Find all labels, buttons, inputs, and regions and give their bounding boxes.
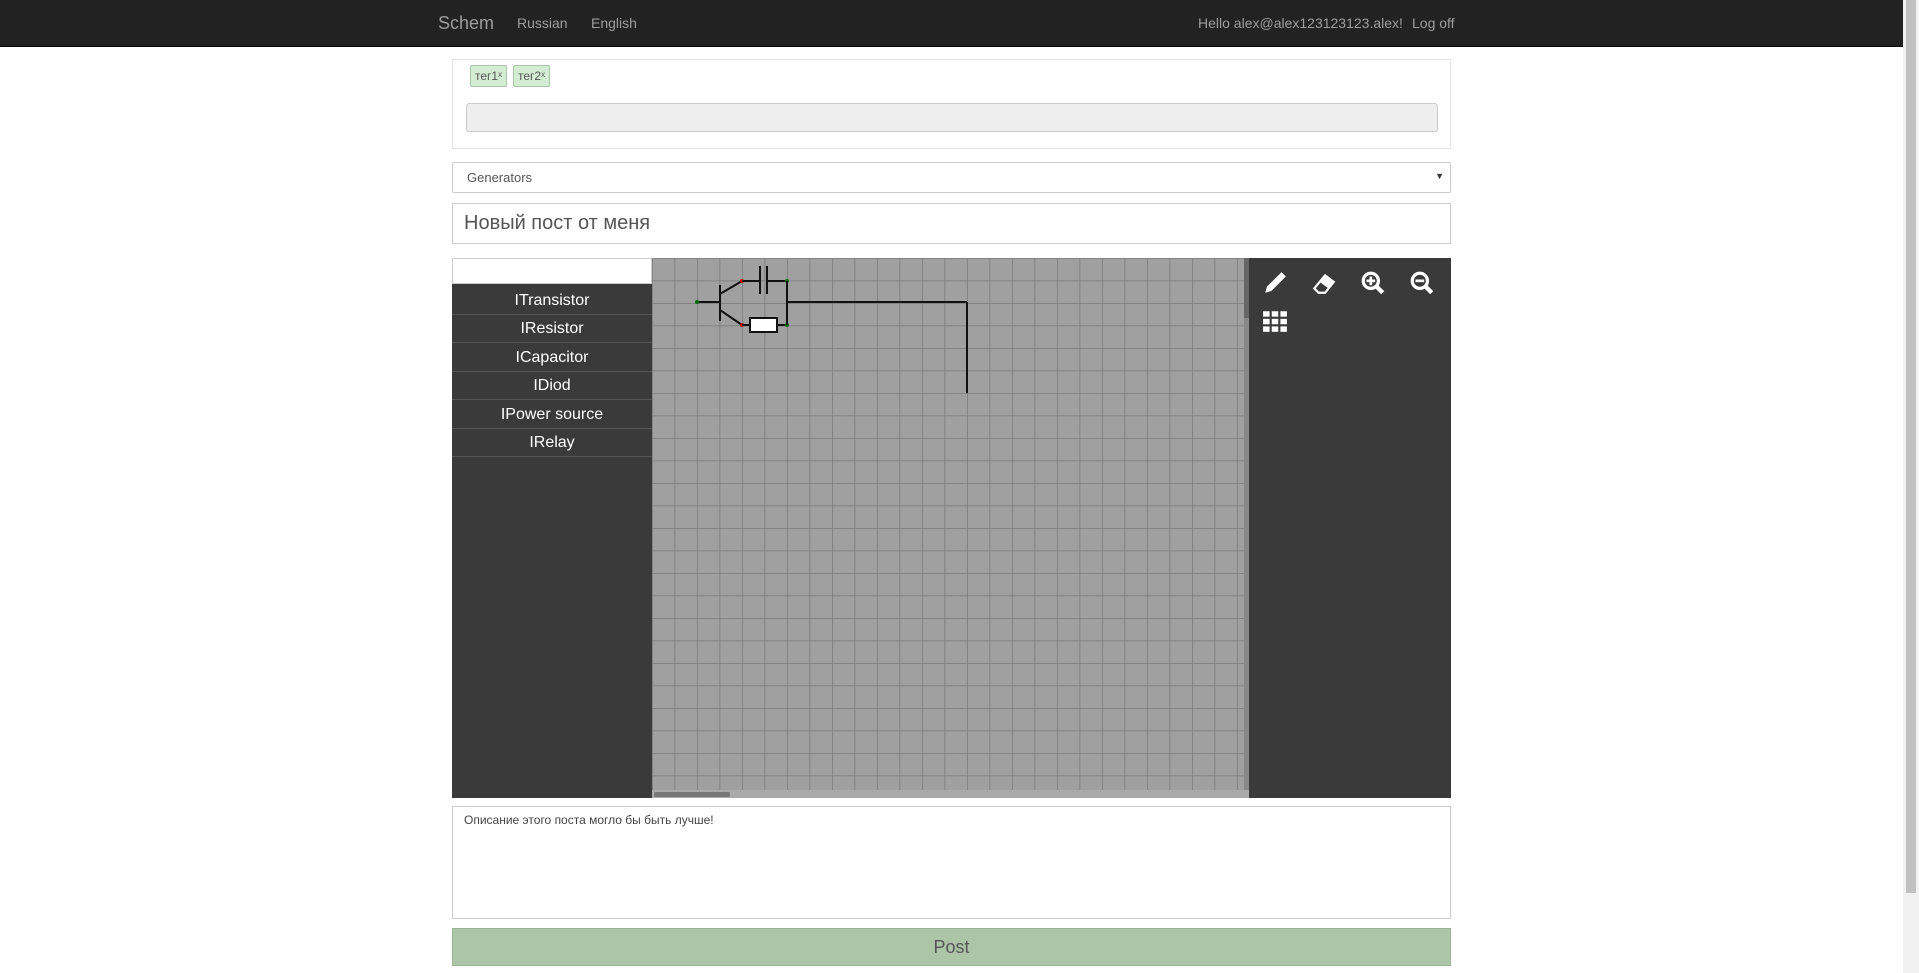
palette-item-relay[interactable]: IRelay: [452, 429, 652, 457]
category-select[interactable]: Generators ▼: [452, 162, 1451, 193]
schematic-grid: [652, 258, 1249, 798]
nav-russian-link[interactable]: Russian: [517, 15, 568, 31]
post-button[interactable]: Post: [452, 928, 1451, 966]
user-greeting-link[interactable]: Hello alex@alex123123123.alex!: [1198, 15, 1403, 31]
canvas-horizontal-scrollbar[interactable]: [652, 790, 1249, 798]
page-scrollbar[interactable]: [1903, 0, 1919, 973]
schematic-canvas[interactable]: [652, 258, 1249, 798]
navbar: Schem Russian English Hello alex@alex123…: [0, 0, 1903, 47]
tag-chip[interactable]: тег2ˣ: [513, 65, 551, 87]
brand-link[interactable]: Schem: [438, 13, 494, 34]
palette-search-input[interactable]: [452, 258, 652, 284]
palette-item-capacitor[interactable]: ICapacitor: [452, 344, 652, 372]
palette-item-power-source[interactable]: IPower source: [452, 401, 652, 429]
pencil-icon[interactable]: [1262, 270, 1292, 300]
editor-toolbar: [1249, 258, 1451, 798]
tags-panel: тег1ˣ тег2ˣ: [452, 59, 1451, 149]
tag-label: тег2: [518, 69, 542, 83]
logoff-link[interactable]: Log off: [1412, 15, 1455, 31]
palette-item-resistor[interactable]: IResistor: [452, 315, 652, 343]
category-selected-value: Generators: [467, 170, 533, 185]
palette-item-transistor[interactable]: ITransistor: [452, 287, 652, 315]
chevron-down-icon: ▼: [1435, 171, 1444, 181]
component-palette: ITransistor IResistor ICapacitor IDiod I…: [452, 258, 652, 798]
schematic-editor: ITransistor IResistor ICapacitor IDiod I…: [452, 258, 1451, 798]
zoom-in-icon[interactable]: [1360, 270, 1390, 300]
zoom-out-icon[interactable]: [1409, 270, 1439, 300]
post-title-input[interactable]: Новый пост от меня: [452, 203, 1451, 244]
nav-english-link[interactable]: English: [591, 15, 637, 31]
tag-input[interactable]: [466, 103, 1438, 132]
connector-node[interactable]: [695, 300, 699, 304]
eraser-icon[interactable]: [1311, 270, 1341, 300]
tag-label: тег1: [475, 69, 499, 83]
grid-icon[interactable]: [1262, 308, 1292, 338]
post-description-textarea[interactable]: Описание этого поста могло бы быть лучше…: [452, 806, 1451, 919]
palette-item-diod[interactable]: IDiod: [452, 372, 652, 400]
tag-chip[interactable]: тег1ˣ: [470, 65, 508, 87]
